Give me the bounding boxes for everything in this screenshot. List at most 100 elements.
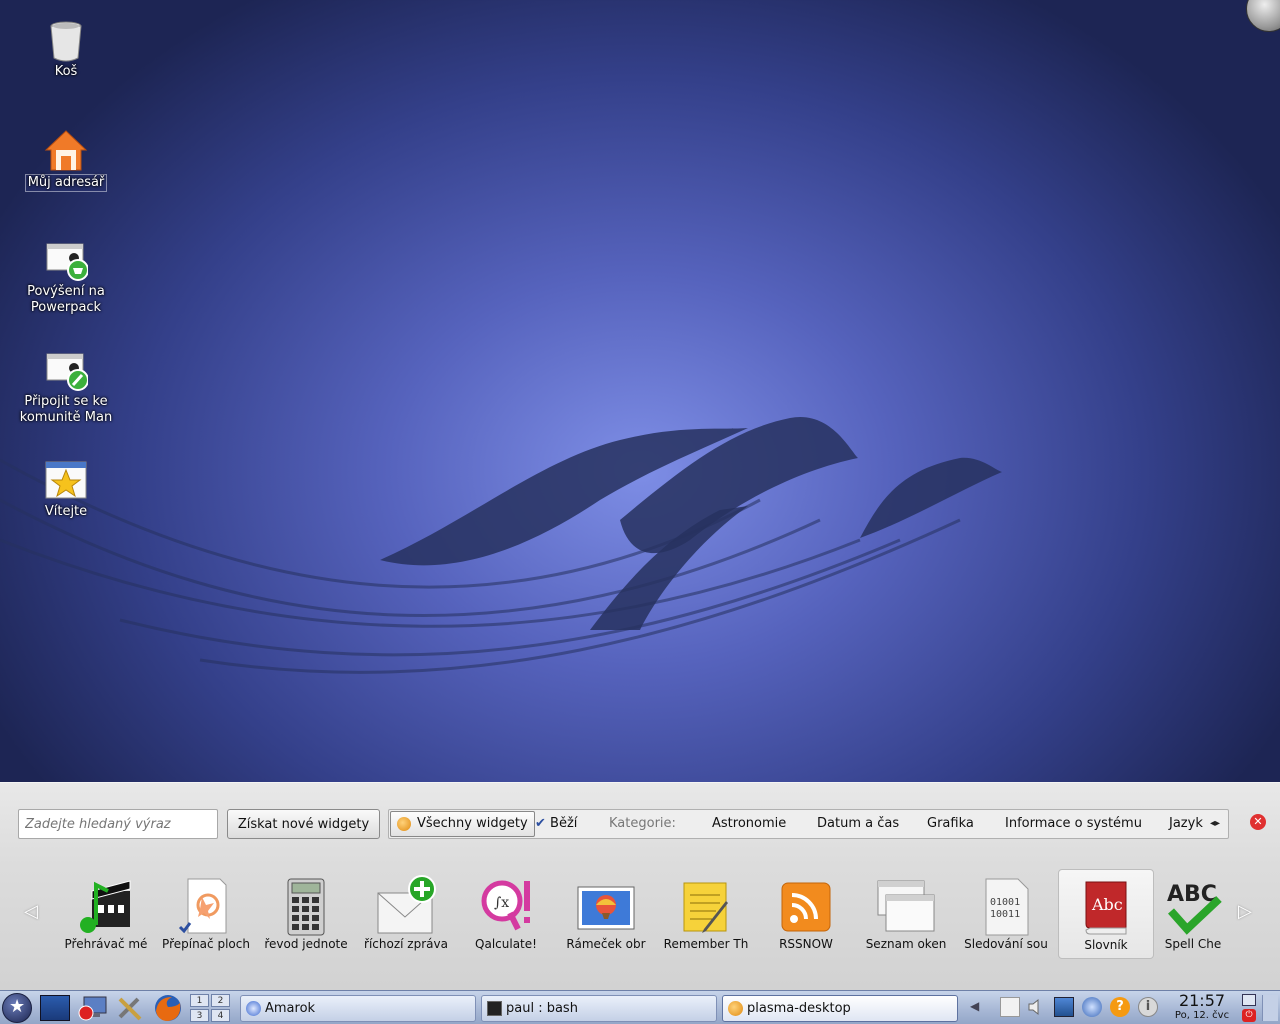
filter-running[interactable]: ✔ Běží bbox=[535, 810, 577, 838]
taskbar: ★ 1 2 3 4 Amarok paul : bash plasma-desk… bbox=[0, 990, 1280, 1024]
widget-item[interactable]: 01001 10011 Sledování sou bbox=[958, 869, 1054, 959]
widget-item[interactable]: Přepínač ploch bbox=[158, 869, 254, 959]
svg-text:Abc: Abc bbox=[1091, 895, 1123, 914]
tray-collapse-arrow-icon[interactable]: ◀ bbox=[970, 999, 979, 1013]
desktop-wallpaper bbox=[0, 0, 1280, 790]
task-label: paul : bash bbox=[506, 1001, 578, 1016]
widget-label: Rámeček obr bbox=[566, 937, 646, 951]
media-player-icon bbox=[76, 875, 136, 937]
task-label: Amarok bbox=[265, 1001, 316, 1016]
system-settings-icon[interactable] bbox=[78, 995, 108, 1021]
filter-category-astronomy[interactable]: Astronomie bbox=[712, 810, 786, 838]
clock[interactable]: 21:57 Po, 12. čvc bbox=[1168, 992, 1236, 1022]
widget-label: Přepínač ploch bbox=[162, 937, 250, 951]
volume-icon[interactable] bbox=[1026, 997, 1046, 1017]
virtual-desktop-pager: 1 2 3 4 bbox=[190, 994, 232, 1024]
desktop-icon-home[interactable]: Můj adresář bbox=[10, 128, 122, 192]
widget-item[interactable]: Přehrávač mé bbox=[58, 869, 154, 959]
community-icon bbox=[44, 348, 89, 392]
info-icon[interactable]: i bbox=[1138, 997, 1158, 1017]
widget-filter-bar: Všechny widgety ✔ Běží Kategorie: Astron… bbox=[388, 809, 1229, 839]
help-icon[interactable]: ? bbox=[1110, 997, 1130, 1017]
task-terminal[interactable]: paul : bash bbox=[481, 995, 717, 1022]
new-mail-icon bbox=[376, 875, 436, 937]
star-icon: ★ bbox=[9, 996, 26, 1017]
filter-all-widgets[interactable]: Všechny widgety bbox=[390, 811, 535, 837]
widget-item[interactable]: Seznam oken bbox=[858, 869, 954, 959]
task-amarok[interactable]: Amarok bbox=[240, 995, 476, 1022]
window-list-icon bbox=[876, 875, 936, 937]
pager-desktop-2[interactable]: 2 bbox=[211, 994, 230, 1007]
svg-text:01001: 01001 bbox=[990, 897, 1020, 908]
close-explorer-button[interactable]: ✕ bbox=[1250, 814, 1266, 830]
widget-label: Spell Che bbox=[1164, 937, 1222, 951]
widget-explorer-toolbar: Získat nové widgety Všechny widgety ✔ Bě… bbox=[18, 807, 1268, 839]
spellcheck-icon: ABC bbox=[1163, 875, 1223, 937]
filter-category-sysinfo[interactable]: Informace o systému bbox=[1005, 810, 1142, 838]
clipboard-icon[interactable] bbox=[1000, 997, 1020, 1017]
desktop-icon-label: Připojit se ke komunitě Man bbox=[19, 394, 113, 425]
filter-category-language[interactable]: Jazyk bbox=[1169, 810, 1203, 838]
panel-toolbox-button[interactable] bbox=[1262, 995, 1278, 1021]
widget-item[interactable]: RSSNOW bbox=[758, 869, 854, 959]
widget-item[interactable]: říchozí zpráva bbox=[358, 869, 454, 959]
svg-text:10011: 10011 bbox=[990, 909, 1020, 920]
clock-time: 21:57 bbox=[1178, 991, 1226, 1010]
firefox-icon[interactable] bbox=[152, 993, 184, 1023]
terminal-icon bbox=[487, 1001, 502, 1016]
filter-categories-label: Kategorie: bbox=[609, 816, 676, 831]
plasma-icon bbox=[397, 817, 411, 831]
widget-item[interactable]: Rámeček obr bbox=[558, 869, 654, 959]
widget-label: RSSNOW bbox=[779, 937, 833, 951]
widget-item[interactable]: ∫x Qalculate! bbox=[458, 869, 554, 959]
desktop-icon-community[interactable]: Připojit se ke komunitě Man bbox=[10, 348, 122, 426]
scroll-right-arrow-icon[interactable]: ▷ bbox=[1238, 901, 1252, 922]
plasma-icon bbox=[728, 1001, 743, 1016]
filter-category-graphics[interactable]: Grafika bbox=[927, 810, 974, 838]
widget-item[interactable]: Abc Slovník bbox=[1058, 869, 1154, 959]
widget-label: Qalculate! bbox=[475, 937, 537, 951]
rss-icon bbox=[776, 875, 836, 937]
pager-desktop-4[interactable]: 4 bbox=[211, 1009, 230, 1022]
widget-item[interactable]: ABC Spell Che bbox=[1158, 869, 1228, 959]
show-desktop-icon[interactable] bbox=[40, 995, 70, 1021]
widget-label: řevod jednote bbox=[264, 937, 348, 951]
amarok-icon bbox=[246, 1001, 261, 1016]
star-icon bbox=[44, 458, 88, 502]
desktop-icon-label: Povýšení na Powerpack bbox=[27, 284, 105, 315]
filter-label: Všechny widgety bbox=[417, 816, 528, 831]
trash-icon bbox=[44, 18, 88, 62]
widget-search-input[interactable] bbox=[18, 809, 218, 839]
get-new-widgets-button[interactable]: Získat nové widgety bbox=[227, 809, 380, 839]
scroll-left-arrow-icon[interactable]: ◁ bbox=[24, 901, 38, 922]
binary-file-icon: 01001 10011 bbox=[976, 875, 1036, 937]
application-menu-button[interactable]: ★ bbox=[2, 993, 32, 1023]
clock-date: Po, 12. čvc bbox=[1174, 1010, 1230, 1021]
update-applet-icon[interactable] bbox=[1082, 997, 1102, 1017]
tools-icon[interactable] bbox=[116, 995, 146, 1021]
pager-desktop-1[interactable]: 1 bbox=[190, 994, 209, 1007]
dictionary-icon: Abc bbox=[1076, 876, 1136, 938]
widget-item[interactable]: Remember Th bbox=[658, 869, 754, 959]
filter-category-datetime[interactable]: Datum a čas bbox=[817, 810, 899, 838]
widget-label: Sledování sou bbox=[964, 937, 1048, 951]
notes-icon bbox=[676, 875, 736, 937]
desktop-icon-label: Vítejte bbox=[44, 504, 88, 519]
widget-item[interactable]: řevod jednote bbox=[258, 869, 354, 959]
logout-icon[interactable]: ⏻ bbox=[1242, 1009, 1256, 1022]
task-plasma-desktop[interactable]: plasma-desktop bbox=[722, 995, 958, 1022]
picture-frame-icon bbox=[576, 875, 636, 937]
widget-explorer: Získat nové widgety Všechny widgety ✔ Bě… bbox=[0, 782, 1280, 990]
pager-desktop-3[interactable]: 3 bbox=[190, 1009, 209, 1022]
widget-label: Remember Th bbox=[663, 937, 749, 951]
desktop-icon-powerpack[interactable]: Povýšení na Powerpack bbox=[10, 238, 122, 316]
filter-scroll-arrows[interactable]: ◂▸ bbox=[1210, 815, 1226, 833]
widget-label: Seznam oken bbox=[865, 937, 947, 951]
desktop-icon-trash[interactable]: Koš bbox=[10, 18, 122, 80]
checkmark-icon: ✔ bbox=[535, 816, 546, 831]
network-icon[interactable] bbox=[1054, 997, 1074, 1017]
desktop-icon-welcome[interactable]: Vítejte bbox=[10, 458, 122, 520]
upgrade-icon bbox=[44, 238, 89, 282]
lock-screen-icon[interactable] bbox=[1242, 994, 1256, 1006]
qalculate-icon: ∫x bbox=[476, 875, 536, 937]
